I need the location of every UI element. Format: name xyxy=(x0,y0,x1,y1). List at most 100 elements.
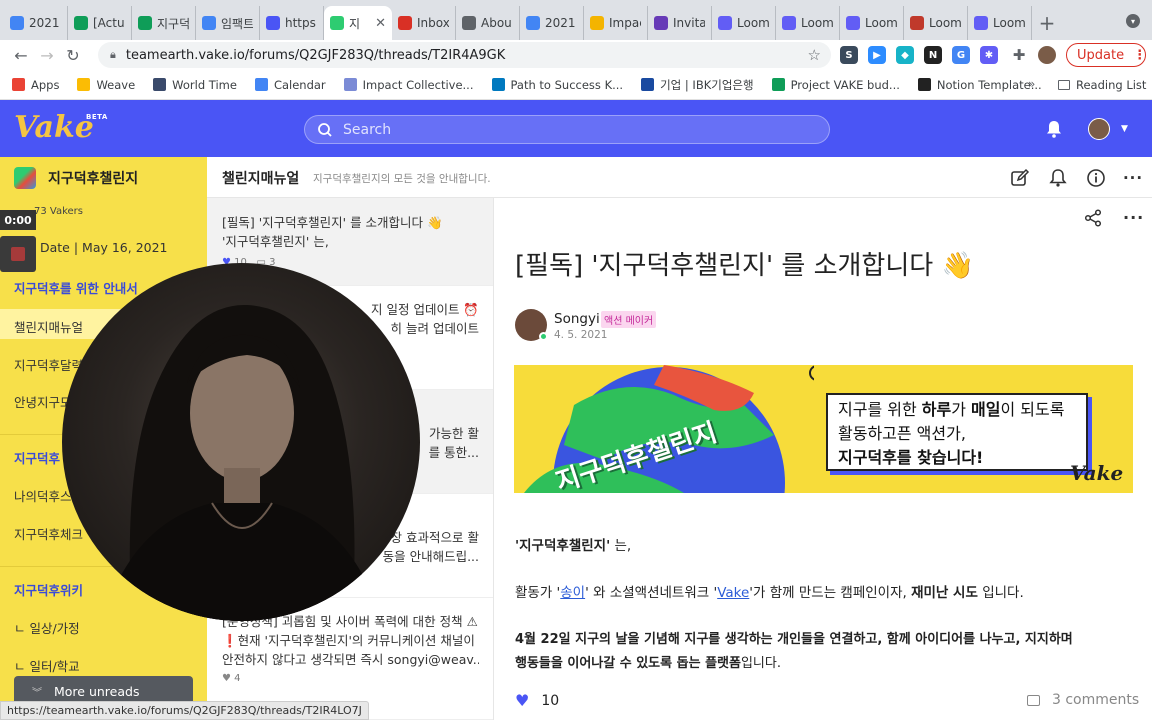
sidebar-item-my[interactable]: 나의덕후스 xyxy=(14,486,72,505)
notification-settings-icon[interactable] xyxy=(1048,168,1068,188)
bookmark-icon xyxy=(153,78,167,91)
search-input[interactable] xyxy=(343,121,743,138)
more-options-icon[interactable]: ··· xyxy=(1123,168,1143,188)
author-avatar[interactable] xyxy=(515,309,548,341)
post-more-icon[interactable]: ··· xyxy=(1123,208,1144,227)
section-wiki[interactable]: 지구덕후위키 xyxy=(14,580,83,599)
stop-recording-button[interactable] xyxy=(0,236,36,272)
notion-icon xyxy=(917,78,931,91)
browser-tab[interactable]: 임팩트 xyxy=(196,6,260,40)
community-title[interactable]: 지구덕후챌린지 xyxy=(48,168,138,188)
browser-tab[interactable]: [Actu xyxy=(68,6,132,40)
bookmark-label: Path to Success K... xyxy=(510,77,624,92)
bookmark-item[interactable]: Impact Collective... xyxy=(343,77,474,92)
forward-icon[interactable]: → xyxy=(34,46,60,65)
vake-link[interactable]: Vake xyxy=(717,585,749,601)
browser-tab[interactable]: Loom xyxy=(968,6,1032,40)
browser-tab[interactable]: 지구덕 xyxy=(132,6,196,40)
share-icon[interactable] xyxy=(1084,209,1102,227)
address-bar[interactable]: 🔒︎ teamearth.vake.io/forums/Q2GJF283Q/th… xyxy=(98,42,831,68)
author-name[interactable]: Songyi xyxy=(554,311,600,327)
bookmark-label: Impact Collective... xyxy=(362,77,474,92)
browser-tab[interactable]: Abou xyxy=(456,6,520,40)
user-avatar[interactable] xyxy=(1088,118,1110,140)
loom-icon[interactable]: ✱ xyxy=(980,46,998,64)
loom-icon xyxy=(718,16,732,30)
channel-description: 지구덕후챌린지의 모든 것을 안내합니다. xyxy=(313,173,491,185)
post-paragraph: '지구덕후챌린지' 는, xyxy=(515,538,632,554)
tab-label: 2021 xyxy=(29,16,60,30)
section-otaku[interactable]: 지구덕후 xyxy=(14,448,60,467)
tab-label: 2021 xyxy=(545,16,576,30)
tab-label: Loom xyxy=(929,16,961,30)
bookmark-label: Notion Template... xyxy=(936,77,1042,92)
tab-label: Invita xyxy=(673,16,705,30)
bookmark-item[interactable]: Path to Success K... xyxy=(491,77,624,92)
sidebar-item-calendar[interactable]: 지구덕후달력 xyxy=(14,355,83,374)
browser-tab[interactable]: Impac xyxy=(584,6,648,40)
bookmark-item[interactable]: Calendar xyxy=(254,77,326,92)
browser-tab[interactable]: 지 ✕ xyxy=(324,6,392,40)
vake-icon xyxy=(330,16,344,30)
bookmark-item[interactable]: Notion Template... xyxy=(917,77,1042,92)
bookmarks-overflow-icon[interactable]: » xyxy=(1028,77,1035,91)
browser-tab[interactable]: 2021 xyxy=(4,6,68,40)
section-guide[interactable]: 지구덕후를 위한 안내서 xyxy=(14,278,138,297)
browser-tab[interactable]: 2021 xyxy=(520,6,584,40)
calendar-icon xyxy=(254,78,268,91)
sidebar-item-check[interactable]: 지구덕후체크 xyxy=(14,524,83,543)
notion-icon[interactable]: N xyxy=(924,46,942,64)
profile-avatar[interactable] xyxy=(1038,46,1056,64)
chevron-down-icon[interactable]: ▼ xyxy=(1121,124,1128,134)
tab-search-icon[interactable]: ▾ xyxy=(1126,14,1140,28)
notification-bell-icon[interactable] xyxy=(1046,120,1062,138)
new-tab-icon[interactable]: + xyxy=(1032,6,1062,40)
bookmark-item[interactable]: Apps xyxy=(12,78,59,92)
bookmark-item[interactable]: Weave xyxy=(77,78,135,92)
sidebar-item-hello[interactable]: 안녕지구모 xyxy=(14,392,72,411)
browser-tab[interactable]: Inbox xyxy=(392,6,456,40)
sidebar-item-manual[interactable]: 챌린지매뉴얼 xyxy=(14,317,83,336)
browser-tab[interactable]: Loom xyxy=(712,6,776,40)
browser-tab[interactable]: Loom xyxy=(840,6,904,40)
bookmark-star-icon[interactable]: ☆ xyxy=(808,46,821,64)
update-button[interactable]: Update ⋮ xyxy=(1066,43,1146,67)
online-status-icon xyxy=(539,332,548,341)
browser-tab[interactable]: https: xyxy=(260,6,324,40)
reading-list-icon xyxy=(1058,80,1070,90)
bookmarks-bar: Apps Weave World Time Calendar Impact Collec… xyxy=(0,70,1152,100)
songyi-link[interactable]: 송이 xyxy=(560,585,585,601)
compose-icon[interactable] xyxy=(1010,168,1030,188)
comments-button[interactable]: 3 comments xyxy=(1027,692,1139,708)
bookmark-item[interactable]: 기업 | IBK기업은행 xyxy=(641,77,754,93)
post-paragraph: 4월 22일 지구의 날을 기념해 지구를 생각하는 개인들을 연결하고, 함께… xyxy=(515,632,1073,647)
back-icon[interactable]: ← xyxy=(8,46,34,65)
like-button[interactable]: ♥ 10 xyxy=(515,691,559,710)
info-icon[interactable] xyxy=(1086,168,1106,188)
search-box[interactable] xyxy=(304,115,830,144)
translate-icon[interactable]: G xyxy=(952,46,970,64)
sidebar-item-work[interactable]: ㄴ 일터/학교 xyxy=(14,656,80,675)
close-tab-icon[interactable]: ✕ xyxy=(375,16,386,31)
search-icon xyxy=(318,122,332,137)
channel-header: 챌린지매뉴얼 지구덕후챌린지의 모든 것을 안내합니다. ··· xyxy=(207,157,1152,198)
sidebar-item-home[interactable]: ㄴ 일상/가정 xyxy=(14,618,80,637)
browser-tab[interactable]: Loom xyxy=(904,6,968,40)
reload-icon[interactable]: ↻ xyxy=(60,46,86,65)
like-count: 10 xyxy=(541,692,560,709)
extensions-puzzle-icon[interactable]: ✚ xyxy=(1010,46,1028,64)
app-header: Vake BETA xyxy=(0,100,1152,157)
webcam-bubble[interactable] xyxy=(62,263,420,621)
extension-s-icon[interactable]: S xyxy=(840,46,858,64)
bookmark-item[interactable]: Project VAKE bud... xyxy=(771,78,900,92)
sidebar-date: Date | May 16, 2021 xyxy=(40,240,168,255)
vake-logo[interactable]: Vake xyxy=(14,110,94,145)
browser-tab[interactable]: Invita xyxy=(648,6,712,40)
reading-list-button[interactable]: Reading List xyxy=(1058,78,1146,92)
zoom-icon[interactable]: ▶ xyxy=(868,46,886,64)
tab-label: Loom xyxy=(737,16,769,30)
browser-tab[interactable]: Loom xyxy=(776,6,840,40)
bookmark-label: Calendar xyxy=(273,77,326,92)
extension-teal-icon[interactable]: ◆ xyxy=(896,46,914,64)
bookmark-item[interactable]: World Time xyxy=(153,78,237,92)
